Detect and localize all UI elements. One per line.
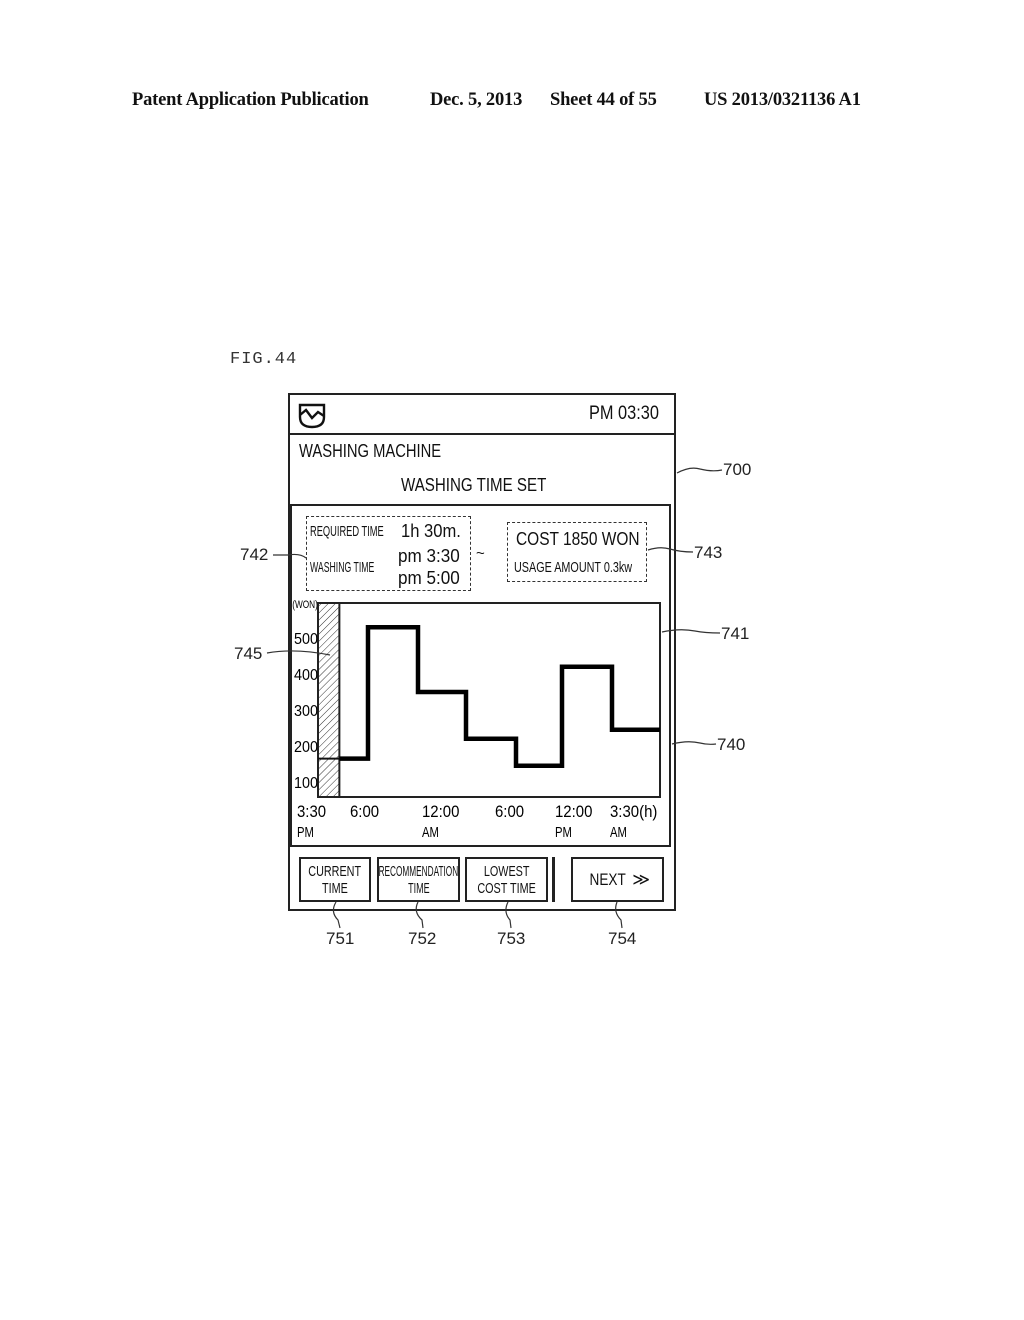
clock-display: PM 03:30 xyxy=(589,403,659,424)
x-tick-sublabel: AM xyxy=(422,823,439,840)
double-chevron-right-icon: ≫ xyxy=(632,870,651,889)
washing-period-highlight xyxy=(317,602,341,798)
y-tick-label: 300 xyxy=(294,703,318,720)
ref-745: 745 xyxy=(234,644,263,663)
electricity-cost-chart: (WON) 100 200 300 400 500 3:30 PM 6:00 12:00 AM 6… xyxy=(292,599,661,840)
ref-751: 751 xyxy=(326,929,355,948)
ref-700: 700 xyxy=(723,460,752,479)
y-tick-label: 200 xyxy=(294,739,318,756)
button-divider xyxy=(552,857,555,902)
y-axis-unit-label: (WON) xyxy=(292,599,318,611)
screen-title: WASHING TIME SET xyxy=(401,475,547,495)
lowest-cost-time-label-line2: COST TIME xyxy=(477,879,536,897)
x-tick-label: 6:00 xyxy=(495,803,524,821)
lowest-cost-time-button[interactable]: LOWEST COST TIME xyxy=(465,857,548,902)
y-tick-label: 400 xyxy=(294,667,318,684)
ref-753: 753 xyxy=(497,929,526,948)
washing-time-label: WASHING TIME xyxy=(310,559,375,576)
patent-number: US 2013/0321136 A1 xyxy=(704,90,861,110)
recommendation-time-button[interactable]: RECOMMENDATION TIME xyxy=(377,857,460,902)
x-tick-label: 12:00 xyxy=(555,803,593,821)
sheet-number: Sheet 44 of 55 xyxy=(550,90,657,110)
x-tick-label: 3:30 xyxy=(297,803,326,821)
lowest-cost-time-label-line1: LOWEST xyxy=(483,862,530,880)
wave-shield-logo-icon xyxy=(297,401,327,434)
x-tick-label: 3:30(h) xyxy=(610,803,657,821)
x-tick-label: 12:00 xyxy=(422,803,460,821)
washing-info-box: REQUIRED TIME 1h 30m. WASHING TIME pm 3:… xyxy=(306,516,471,591)
cost-text: COST 1850 WON xyxy=(516,529,640,549)
required-time-label: REQUIRED TIME xyxy=(310,523,384,540)
x-tick-sublabel: PM xyxy=(297,823,314,840)
current-time-label-line1: CURRENT xyxy=(308,862,362,880)
app-title: WASHING MACHINE xyxy=(299,441,442,461)
ref-742: 742 xyxy=(240,545,269,564)
next-label: NEXT xyxy=(589,870,626,889)
ref-743: 743 xyxy=(694,543,723,562)
ref-752: 752 xyxy=(408,929,437,948)
ref-740: 740 xyxy=(717,735,746,754)
next-button[interactable]: NEXT ≫ xyxy=(571,857,664,902)
usage-amount-text: USAGE AMOUNT 0.3kw xyxy=(514,559,633,576)
x-tick-label: 6:00 xyxy=(350,803,379,821)
x-tick-sublabel: AM xyxy=(610,823,627,840)
leader-740 xyxy=(671,741,717,745)
washing-time-start: pm 3:30 xyxy=(398,546,460,566)
status-bar: PM 03:30 xyxy=(290,395,674,435)
washing-time-end: pm 5:00 xyxy=(398,568,460,588)
recommendation-time-label-line1: RECOMMENDATION xyxy=(378,862,459,880)
figure-label: FIG.44 xyxy=(230,350,298,369)
ref-754: 754 xyxy=(608,929,637,948)
leader-700 xyxy=(676,467,723,474)
range-separator: ~ xyxy=(476,545,485,562)
y-tick-label: 100 xyxy=(294,775,318,792)
required-time-value: 1h 30m. xyxy=(401,521,461,541)
publication-date: Dec. 5, 2013 xyxy=(430,90,523,110)
cost-info-box: COST 1850 WON USAGE AMOUNT 0.3kw xyxy=(507,522,647,582)
current-time-button[interactable]: CURRENT TIME xyxy=(299,857,371,902)
y-tick-label: 500 xyxy=(294,631,318,648)
ref-741: 741 xyxy=(721,624,750,643)
current-time-label-line2: TIME xyxy=(322,879,348,897)
x-tick-sublabel: PM xyxy=(555,823,572,840)
publication-type: Patent Application Publication xyxy=(132,90,369,110)
recommendation-time-label-line2: TIME xyxy=(407,879,430,897)
